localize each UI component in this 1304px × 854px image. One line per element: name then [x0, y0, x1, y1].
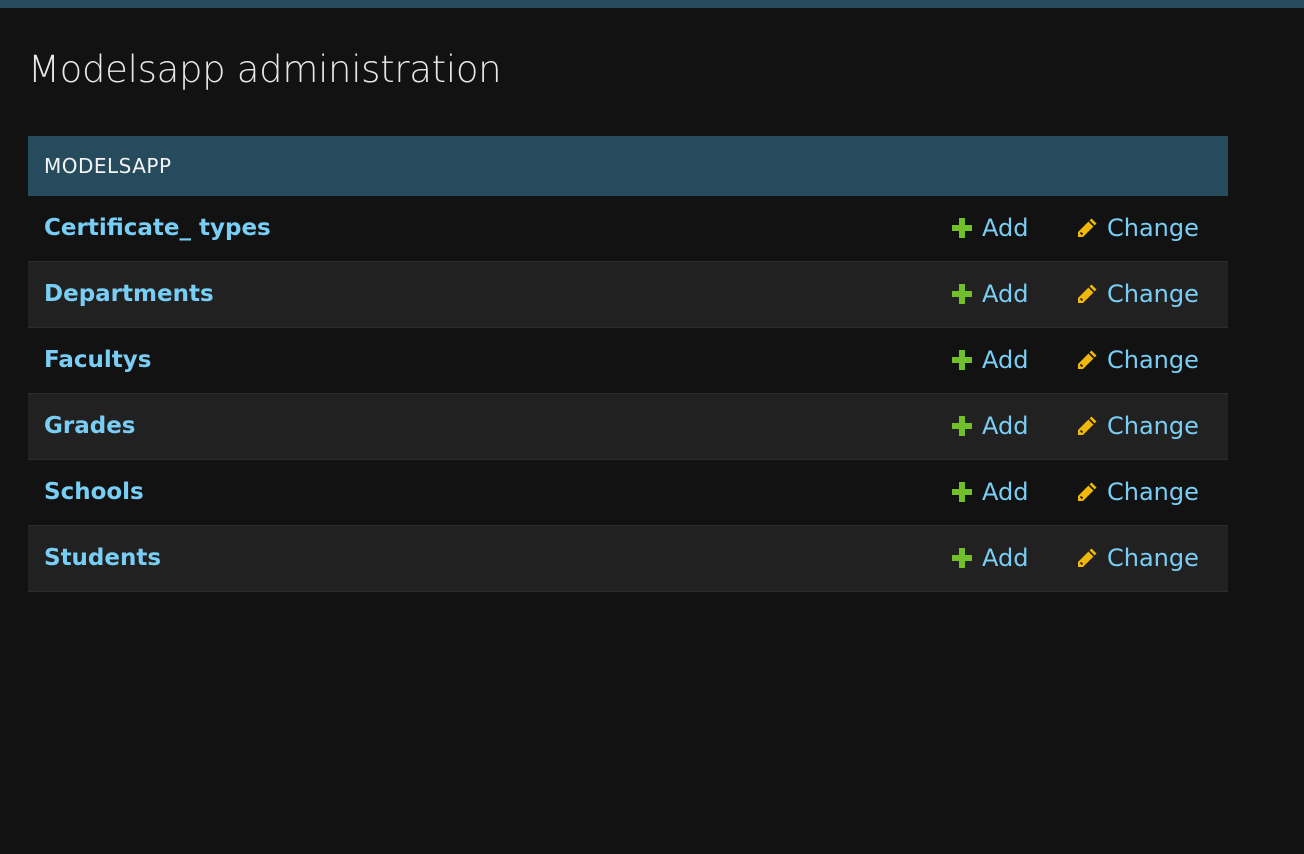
pencil-icon: [1078, 482, 1097, 501]
page-title: Modelsapp administration: [28, 48, 502, 91]
add-button[interactable]: Add: [951, 394, 1028, 458]
change-label: Change: [1107, 280, 1199, 308]
table-row: Certificate_ types Add Change: [28, 196, 1228, 262]
model-link-departments[interactable]: Departments: [44, 262, 214, 326]
add-button[interactable]: Add: [951, 196, 1028, 260]
table-row: Schools Add Change: [28, 460, 1228, 526]
model-link-students[interactable]: Students: [44, 526, 161, 590]
model-link-certificate-types[interactable]: Certificate_ types: [44, 196, 271, 260]
add-button[interactable]: Add: [951, 262, 1028, 326]
change-label: Change: [1107, 412, 1199, 440]
change-label: Change: [1107, 346, 1199, 374]
plus-icon: [952, 284, 972, 304]
table-row: Facultys Add Change: [28, 328, 1228, 394]
change-label: Change: [1107, 214, 1199, 242]
plus-icon: [952, 416, 972, 436]
plus-icon: [952, 482, 972, 502]
pencil-icon: [1078, 416, 1097, 435]
add-label: Add: [982, 280, 1029, 308]
model-link-grades[interactable]: Grades: [44, 394, 136, 458]
pencil-icon: [1078, 218, 1097, 237]
add-label: Add: [982, 544, 1029, 572]
add-label: Add: [982, 214, 1029, 242]
app-module: MODELSAPP Certificate_ types Add Change …: [28, 136, 1228, 592]
add-button[interactable]: Add: [951, 460, 1028, 524]
add-button[interactable]: Add: [951, 526, 1028, 590]
model-link-facultys[interactable]: Facultys: [44, 328, 151, 392]
change-button[interactable]: Change: [1076, 196, 1199, 260]
change-button[interactable]: Change: [1076, 328, 1199, 392]
table-row: Grades Add Change: [28, 394, 1228, 460]
module-caption[interactable]: MODELSAPP: [28, 136, 1228, 196]
plus-icon: [952, 218, 972, 238]
table-row: Students Add Change: [28, 526, 1228, 592]
pencil-icon: [1078, 548, 1097, 567]
change-button[interactable]: Change: [1076, 526, 1199, 590]
change-label: Change: [1107, 478, 1199, 506]
pencil-icon: [1078, 284, 1097, 303]
top-header-bar: [0, 0, 1304, 8]
plus-icon: [952, 350, 972, 370]
change-label: Change: [1107, 544, 1199, 572]
add-label: Add: [982, 412, 1029, 440]
add-label: Add: [982, 346, 1029, 374]
plus-icon: [952, 548, 972, 568]
pencil-icon: [1078, 350, 1097, 369]
change-button[interactable]: Change: [1076, 394, 1199, 458]
model-link-schools[interactable]: Schools: [44, 460, 144, 524]
table-row: Departments Add Change: [28, 262, 1228, 328]
change-button[interactable]: Change: [1076, 262, 1199, 326]
add-label: Add: [982, 478, 1029, 506]
change-button[interactable]: Change: [1076, 460, 1199, 524]
add-button[interactable]: Add: [951, 328, 1028, 392]
